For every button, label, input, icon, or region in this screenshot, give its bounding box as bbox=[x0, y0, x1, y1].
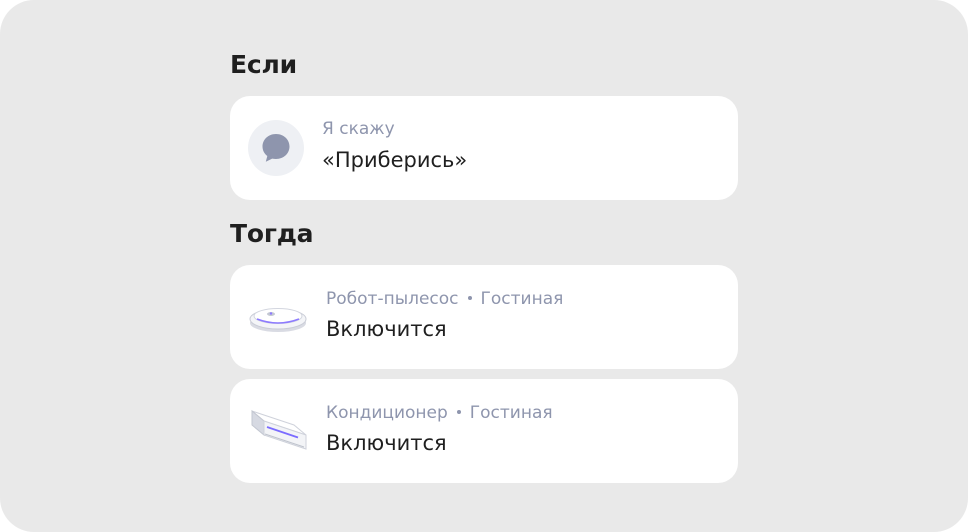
separator-dot bbox=[467, 296, 472, 300]
trigger-phrase: «Приберись» bbox=[322, 148, 468, 172]
then-section-title: Тогда bbox=[230, 219, 314, 248]
action-subtitle: Кондиционер Гостиная bbox=[326, 403, 553, 423]
speech-bubble-icon bbox=[248, 120, 304, 176]
device-name: Кондиционер bbox=[326, 403, 448, 423]
separator-dot bbox=[456, 410, 461, 414]
trigger-card[interactable]: Я скажу «Приберись» bbox=[230, 96, 738, 200]
if-section-title: Если bbox=[230, 50, 297, 79]
robot-vacuum-icon bbox=[248, 287, 307, 343]
room-name: Гостиная bbox=[469, 403, 553, 423]
air-conditioner-icon bbox=[248, 401, 307, 457]
action-status: Включится bbox=[326, 431, 447, 455]
action-card-air-conditioner[interactable]: Кондиционер Гостиная Включится bbox=[230, 379, 738, 483]
action-status: Включится bbox=[326, 317, 447, 341]
device-name: Робот-пылесос bbox=[326, 289, 459, 309]
action-card-robot-vacuum[interactable]: Робот-пылесос Гостиная Включится bbox=[230, 265, 738, 369]
action-subtitle: Робот-пылесос Гостиная bbox=[326, 289, 563, 309]
room-name: Гостиная bbox=[480, 289, 564, 309]
trigger-label: Я скажу bbox=[322, 119, 395, 139]
scenario-panel: Если Я скажу «Приберись» Тогда Робот-пыл… bbox=[0, 0, 968, 532]
